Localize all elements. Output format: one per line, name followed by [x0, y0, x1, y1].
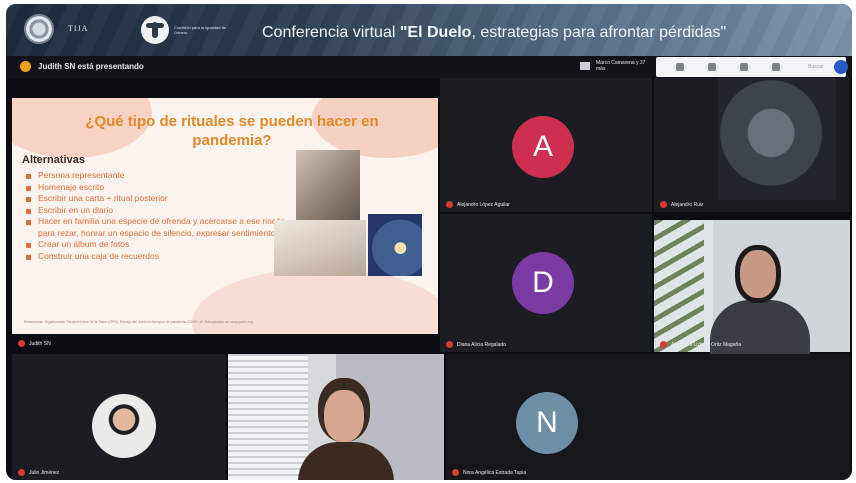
list-item: Hacer en familia una especie de ofrenda … [26, 216, 288, 239]
meeting-topbar: Judith SN está presentando Marco Camaren… [6, 56, 852, 78]
participant-tile[interactable]: A Alejandro López Aguilar [440, 78, 652, 212]
meeting-toolbar: Buscar [656, 57, 848, 77]
person [740, 250, 776, 298]
tile-label: Nora Angélica Estrada Tapia [452, 469, 526, 476]
mic-off-icon [660, 341, 667, 348]
tile-label: Alejandra Lizbeth Ortiz Magaña [660, 341, 741, 348]
tile-label: Julio Jiménez [18, 469, 59, 476]
list-item: Construir una caja de recuerdos [26, 251, 288, 263]
camera-feed[interactable] [228, 354, 444, 480]
search-hint[interactable]: Buscar [808, 64, 824, 70]
mic-off-icon [446, 341, 453, 348]
mic-off-icon [452, 469, 459, 476]
participants-icon [580, 62, 590, 70]
slide-title: ¿Qué tipo de rituales se pueden hacer en… [85, 113, 379, 149]
camera-feed [718, 78, 836, 200]
presenting-status: Judith SN está presentando [38, 62, 144, 71]
shared-slide: ¿Qué tipo de rituales se pueden hacer en… [12, 98, 438, 334]
org-logo-icon [141, 16, 169, 44]
presenter-avatar-icon [20, 61, 31, 72]
tile-label: Diana Alicia Regalado [446, 341, 506, 348]
presenter-tile-bar: Judith SN [12, 334, 438, 350]
slide-photo [296, 150, 360, 224]
slide-footnote: Referencias: Organización Panamericana d… [24, 320, 253, 324]
participants-button[interactable]: Marco Camarena y 37 más [580, 59, 652, 75]
people-icon[interactable] [708, 63, 716, 71]
mic-off-icon [446, 201, 453, 208]
share-icon[interactable] [772, 63, 780, 71]
profile-photo [92, 394, 156, 458]
university-seal-icon [24, 14, 54, 44]
list-item: Escribir una carta + ritual posterior [26, 193, 288, 205]
logo-text: TIJA [68, 24, 89, 33]
alternatives-list: Persona representante Homenaje escrito E… [26, 170, 288, 262]
list-item: Persona representante [26, 170, 288, 182]
avatar: N [516, 392, 578, 454]
tile-label: Alejandro Ruiz [660, 201, 704, 208]
window-blinds [228, 354, 308, 480]
list-item: Homenaje escrito [26, 182, 288, 194]
list-item: Crear un álbum de fotos [26, 239, 288, 251]
slide-decoration [192, 268, 438, 334]
mic-off-icon [660, 201, 667, 208]
participants-label: Marco Camarena y 37 más [596, 60, 646, 72]
person [710, 300, 810, 360]
slide-photo [368, 214, 422, 276]
avatar: A [512, 116, 574, 178]
meeting-window: TIJA Comisión para la Igualdad de Género… [6, 4, 852, 480]
camera-feed[interactable]: Alejandra Lizbeth Ortiz Magaña [654, 220, 850, 360]
org-logo-text: Comisión para la Igualdad de Género [174, 25, 227, 35]
conference-banner: TIJA Comisión para la Igualdad de Género… [6, 4, 852, 56]
slide-subheading: Alternativas [22, 154, 85, 166]
avatar: D [512, 252, 574, 314]
person [324, 390, 364, 442]
participant-tile[interactable]: D Diana Alicia Regalado [440, 214, 652, 352]
plant [654, 220, 704, 352]
participant-tile[interactable]: N Nora Angélica Estrada Tapia [446, 354, 850, 480]
list-item: Escribir en un diario [26, 205, 288, 217]
mic-off-icon [18, 340, 25, 347]
grid-view-icon[interactable] [676, 63, 684, 71]
person [298, 442, 394, 480]
slide-photo [274, 220, 366, 276]
tile-label: Alejandro López Aguilar [446, 201, 510, 208]
chat-icon[interactable] [740, 63, 748, 71]
tile-label: Judith SN [18, 340, 51, 347]
conference-title: Conferencia virtual "El Duelo, estrategi… [262, 24, 727, 41]
user-avatar[interactable] [834, 60, 848, 74]
mic-off-icon [18, 469, 25, 476]
